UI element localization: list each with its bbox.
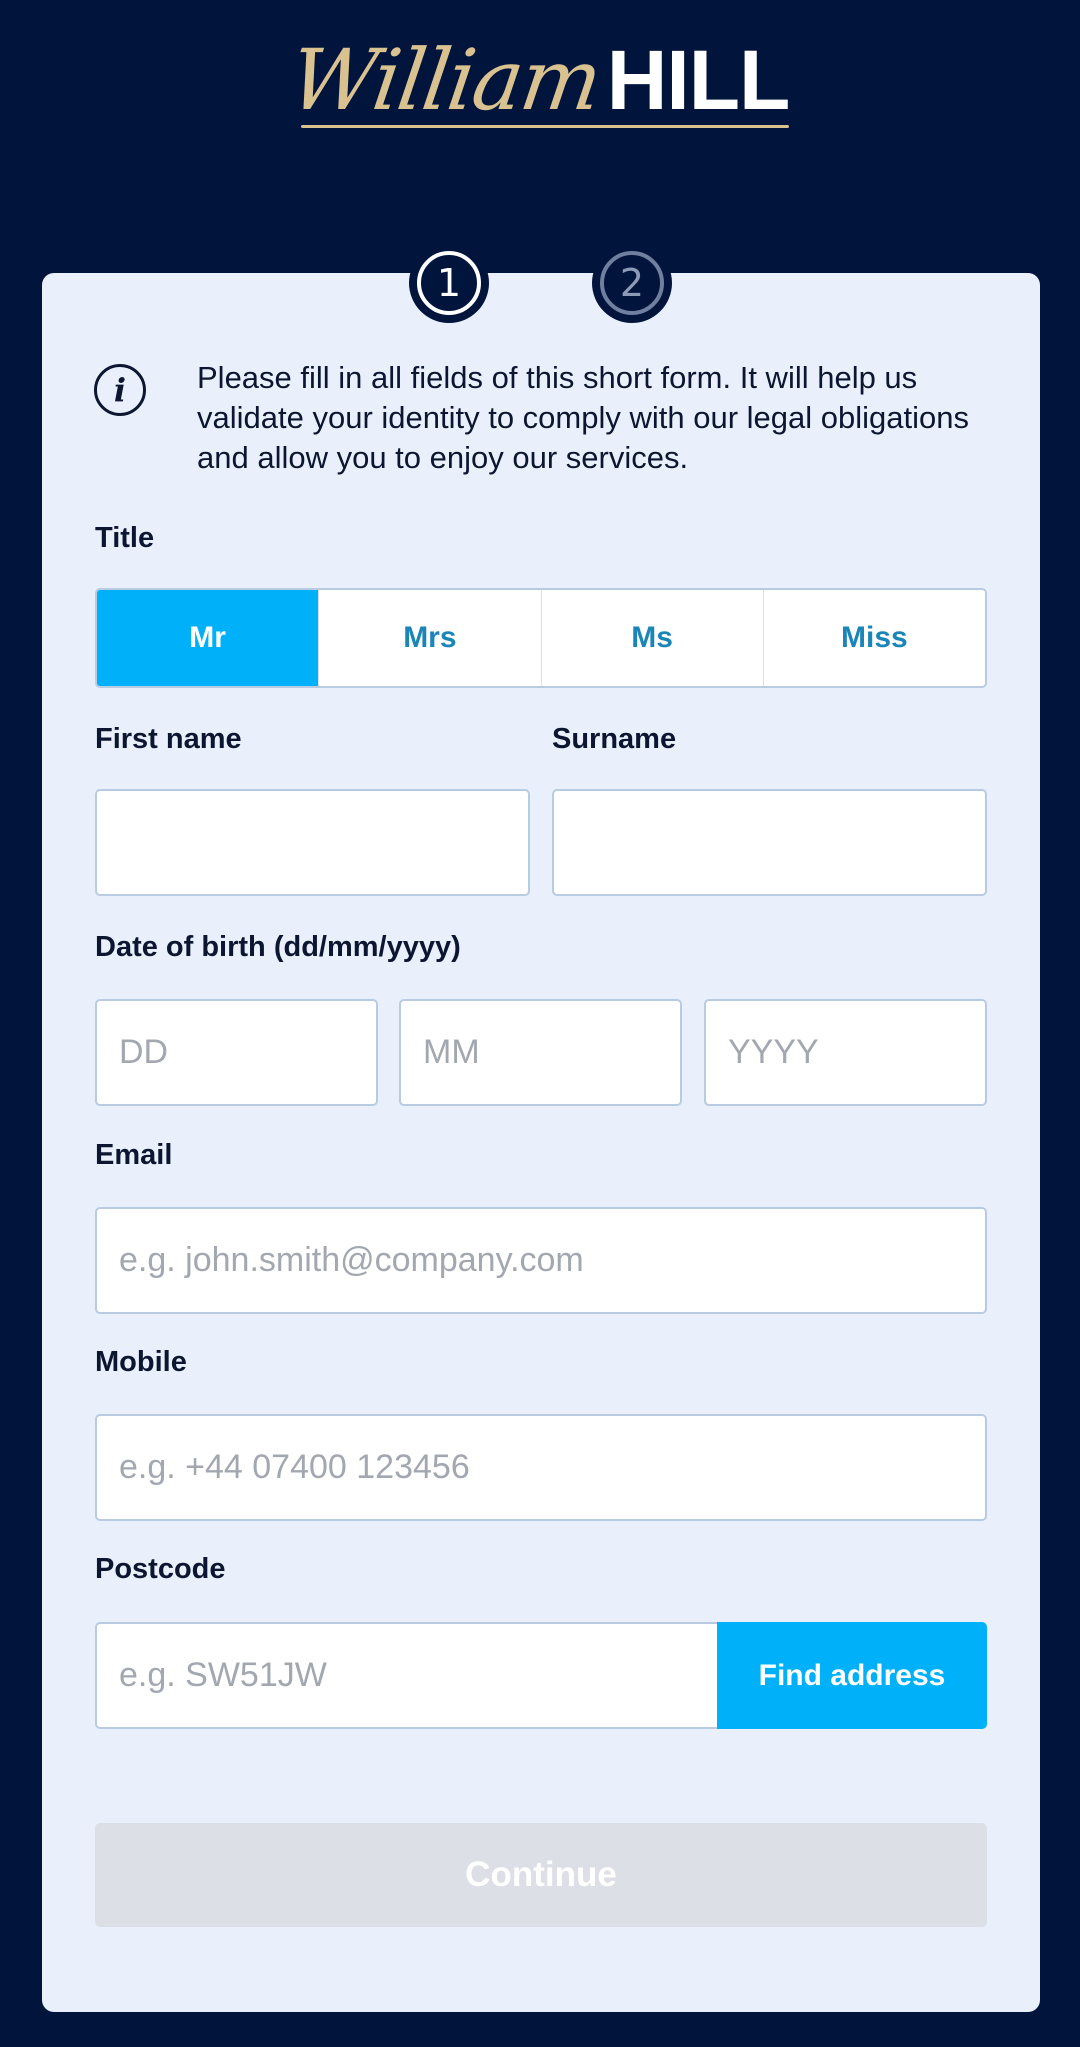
logo-bold-text: HILL [606, 33, 791, 127]
step-indicator-2: 2 [592, 243, 672, 323]
dob-day-input[interactable] [95, 999, 378, 1106]
registration-card [42, 273, 1040, 2012]
dob-label: Date of birth (dd/mm/yyyy) [95, 931, 461, 963]
logo-script-text: William [283, 31, 606, 129]
dob-year-input[interactable] [704, 999, 987, 1106]
first-name-input[interactable] [95, 789, 530, 896]
step-2-number: 2 [600, 251, 664, 315]
mobile-input[interactable] [95, 1414, 987, 1521]
continue-button[interactable]: Continue [95, 1823, 987, 1927]
dob-month-input[interactable] [399, 999, 682, 1106]
title-option-ms[interactable]: Ms [540, 590, 763, 686]
postcode-input[interactable] [95, 1622, 719, 1729]
email-label: Email [95, 1139, 173, 1171]
logo-underline [300, 125, 790, 128]
postcode-label: Postcode [95, 1553, 226, 1585]
surname-input[interactable] [552, 789, 987, 896]
step-1-number: 1 [417, 251, 481, 315]
william-hill-logo: William HILL [0, 30, 1080, 130]
info-message: Please fill in all fields of this short … [197, 360, 969, 475]
title-option-miss[interactable]: Miss [762, 590, 985, 686]
mobile-label: Mobile [95, 1346, 187, 1378]
first-name-label: First name [95, 723, 242, 755]
logo-wordmark: William HILL [284, 31, 791, 129]
info-icon: i [94, 364, 146, 416]
title-label: Title [95, 522, 155, 554]
title-selector: Mr Mrs Ms Miss [95, 588, 987, 688]
email-input[interactable] [95, 1207, 987, 1314]
title-option-mr[interactable]: Mr [97, 590, 319, 686]
find-address-button[interactable]: Find address [717, 1622, 987, 1729]
step-indicator-1: 1 [409, 243, 489, 323]
title-option-mrs[interactable]: Mrs [318, 590, 540, 686]
surname-label: Surname [552, 723, 677, 755]
